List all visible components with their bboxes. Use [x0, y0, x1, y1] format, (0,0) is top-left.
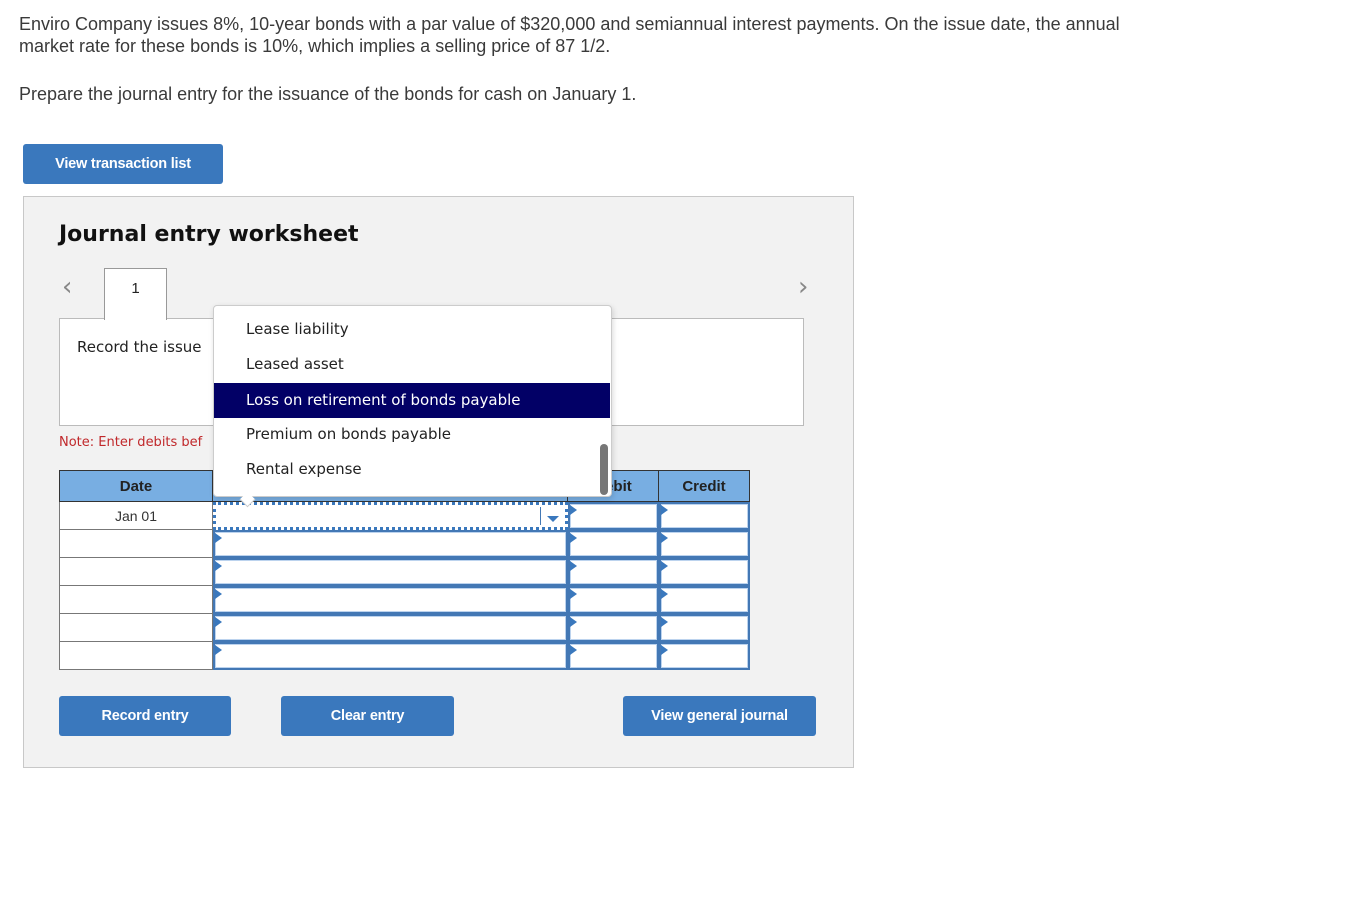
dropdown-option[interactable]: Lease liability	[214, 312, 610, 347]
cell-marker-icon	[215, 532, 222, 543]
table-row	[59, 585, 750, 614]
table-row	[59, 613, 750, 642]
question-paragraph: Enviro Company issues 8%, 10-year bonds …	[19, 14, 1120, 56]
cell-marker-icon	[660, 505, 668, 515]
dropdown-option[interactable]: Rental expense	[214, 452, 610, 487]
cell-marker-icon	[569, 532, 577, 543]
credit-input[interactable]	[658, 613, 750, 642]
dropdown-option-highlighted[interactable]: Loss on retirement of bonds payable	[214, 383, 610, 418]
chevron-down-icon[interactable]	[539, 507, 565, 525]
header-credit: Credit	[658, 470, 750, 502]
cell-marker-icon	[660, 588, 668, 599]
view-general-journal-button[interactable]: View general journal	[623, 696, 816, 736]
credit-input[interactable]	[658, 529, 750, 558]
table-row: Jan 01	[59, 501, 750, 530]
cell-marker-icon	[660, 532, 668, 543]
account-select[interactable]	[213, 502, 568, 530]
credit-input[interactable]	[658, 585, 750, 614]
dropdown-option[interactable]: Leased asset	[214, 347, 610, 382]
header-date: Date	[59, 470, 213, 502]
question-text: Enviro Company issues 8%, 10-year bonds …	[19, 13, 1179, 104]
clear-entry-button[interactable]: Clear entry	[281, 696, 454, 736]
view-transaction-list-button[interactable]: View transaction list	[23, 144, 223, 184]
debit-input[interactable]	[567, 529, 659, 558]
cell-marker-icon	[660, 616, 668, 627]
debit-input[interactable]	[567, 502, 659, 530]
cell-marker-icon	[569, 560, 577, 571]
dropdown-option[interactable]: Premium on bonds payable	[214, 417, 610, 452]
cell-marker-icon	[215, 560, 222, 571]
cell-marker-icon	[660, 644, 668, 655]
credit-input[interactable]	[658, 502, 750, 530]
cell-marker-icon	[569, 644, 577, 655]
table-row	[59, 529, 750, 558]
cell-marker-icon	[215, 588, 222, 599]
cell-marker-icon	[660, 560, 668, 571]
account-select[interactable]	[213, 585, 568, 614]
account-select[interactable]	[213, 613, 568, 642]
account-select[interactable]	[213, 529, 568, 558]
debit-input[interactable]	[567, 585, 659, 614]
dropdown-scrollbar[interactable]	[600, 444, 608, 495]
debit-input[interactable]	[567, 641, 659, 670]
debit-input[interactable]	[567, 557, 659, 586]
journal-table: Date General Journal Debit Credit Jan 01	[59, 470, 750, 670]
entry-description: Record the issue	[77, 338, 202, 356]
date-cell	[59, 613, 213, 642]
entry-note: Note: Enter debits bef	[59, 435, 203, 450]
next-entry-chevron-right-icon[interactable]: ›	[798, 274, 808, 300]
worksheet-title: Journal entry worksheet	[59, 222, 359, 247]
account-dropdown-list[interactable]: Lease liability Leased asset Loss on ret…	[213, 305, 612, 508]
date-cell	[59, 641, 213, 670]
cell-marker-icon	[215, 644, 222, 655]
account-select[interactable]	[213, 557, 568, 586]
debit-input[interactable]	[567, 613, 659, 642]
cell-marker-icon	[215, 616, 222, 627]
prev-entry-chevron-left-icon[interactable]: ‹	[62, 274, 72, 300]
date-cell	[59, 557, 213, 586]
question-instruction: Prepare the journal entry for the issuan…	[19, 84, 637, 104]
cell-marker-icon	[569, 616, 577, 627]
date-cell: Jan 01	[59, 501, 213, 530]
account-select[interactable]	[213, 641, 568, 670]
table-row	[59, 557, 750, 586]
cell-marker-icon	[569, 588, 577, 599]
credit-input[interactable]	[658, 641, 750, 670]
record-entry-button[interactable]: Record entry	[59, 696, 231, 736]
table-row	[59, 641, 750, 670]
entry-tab-1[interactable]: 1	[104, 268, 167, 320]
credit-input[interactable]	[658, 557, 750, 586]
date-cell	[59, 529, 213, 558]
cell-marker-icon	[569, 505, 577, 515]
date-cell	[59, 585, 213, 614]
